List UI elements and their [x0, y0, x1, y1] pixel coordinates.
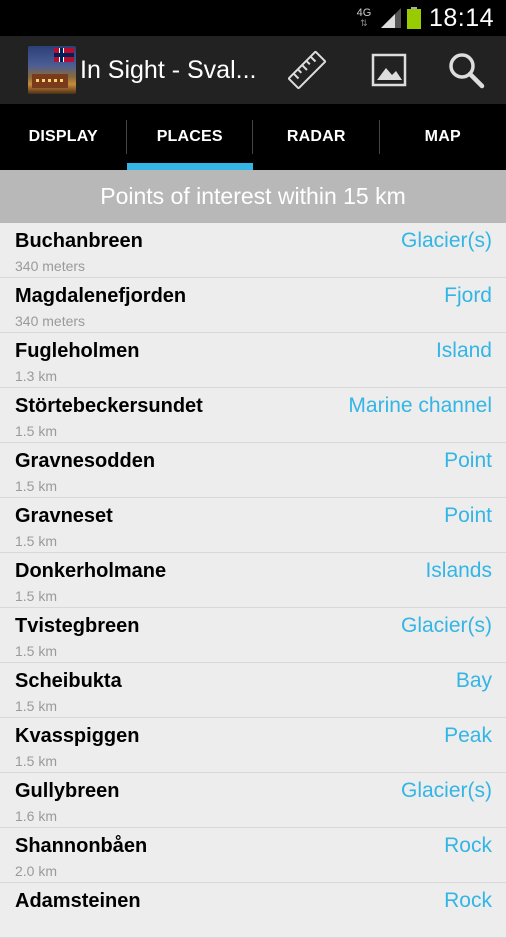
place-distance: 1.5 km	[15, 423, 57, 439]
place-type: Rock	[444, 834, 492, 858]
place-type: Point	[444, 504, 492, 528]
place-name: Kvasspiggen	[15, 725, 139, 748]
place-distance: 1.5 km	[15, 478, 57, 494]
list-item[interactable]: Scheibukta 1.5 km Bay	[0, 663, 506, 718]
list-item[interactable]: Tvistegbreen 1.5 km Glacier(s)	[0, 608, 506, 663]
place-name: Buchanbreen	[15, 230, 143, 253]
tab-label: RADAR	[287, 128, 346, 146]
place-type: Island	[436, 339, 492, 363]
ruler-icon[interactable]	[287, 50, 327, 90]
battery-icon	[407, 7, 421, 29]
places-list: Buchanbreen 340 meters Glacier(s) Magdal…	[0, 223, 506, 938]
place-distance: 1.5 km	[15, 698, 57, 714]
place-type: Rock	[444, 889, 492, 913]
place-distance: 1.5 km	[15, 753, 57, 769]
section-header: Points of interest within 15 km	[0, 170, 506, 223]
app-logo-icon[interactable]	[28, 46, 76, 94]
place-distance: 340 meters	[15, 258, 85, 274]
place-distance: 1.3 km	[15, 368, 57, 384]
place-name: Gullybreen	[15, 780, 119, 803]
status-bar: 4G ⇅ 18:14	[0, 0, 506, 36]
list-item[interactable]: Adamsteinen Rock	[0, 883, 506, 938]
place-name: Fugleholmen	[15, 340, 139, 363]
tab-bar: DISPLAY PLACES RADAR MAP	[0, 104, 506, 170]
list-item[interactable]: Gravnesodden 1.5 km Point	[0, 443, 506, 498]
place-type: Bay	[456, 669, 492, 693]
clock: 18:14	[429, 4, 494, 33]
search-icon[interactable]	[446, 50, 486, 90]
place-name: Tvistegbreen	[15, 615, 139, 638]
list-item[interactable]: Fugleholmen 1.3 km Island	[0, 333, 506, 388]
place-name: Magdalenefjorden	[15, 285, 186, 308]
tab-places[interactable]: PLACES	[127, 104, 254, 170]
list-item[interactable]: Kvasspiggen 1.5 km Peak	[0, 718, 506, 773]
tab-display[interactable]: DISPLAY	[0, 104, 127, 170]
network-indicator: 4G ⇅	[355, 8, 373, 28]
place-name: Gravneset	[15, 505, 113, 528]
image-icon[interactable]	[369, 50, 409, 90]
place-type: Point	[444, 449, 492, 473]
tab-label: PLACES	[157, 128, 223, 146]
app-title[interactable]: In Sight - Sval...	[80, 56, 260, 85]
list-item[interactable]: Gravneset 1.5 km Point	[0, 498, 506, 553]
place-distance: 1.5 km	[15, 533, 57, 549]
list-item[interactable]: Shannonbåen 2.0 km Rock	[0, 828, 506, 883]
place-type: Glacier(s)	[401, 614, 492, 638]
place-name: Donkerholmane	[15, 560, 166, 583]
signal-icon	[379, 8, 403, 28]
place-name: Störtebeckersundet	[15, 395, 203, 418]
list-item[interactable]: Gullybreen 1.6 km Glacier(s)	[0, 773, 506, 828]
tab-label: MAP	[425, 128, 461, 146]
place-type: Glacier(s)	[401, 229, 492, 253]
place-type: Marine channel	[348, 394, 492, 418]
list-item[interactable]: Buchanbreen 340 meters Glacier(s)	[0, 223, 506, 278]
place-distance: 1.5 km	[15, 588, 57, 604]
place-distance: 1.5 km	[15, 643, 57, 659]
list-item[interactable]: Magdalenefjorden 340 meters Fjord	[0, 278, 506, 333]
tab-radar[interactable]: RADAR	[253, 104, 380, 170]
tab-selected-indicator	[127, 163, 254, 170]
tab-map[interactable]: MAP	[380, 104, 506, 170]
network-arrows: ⇅	[355, 18, 373, 28]
place-name: Gravnesodden	[15, 450, 155, 473]
place-distance: 340 meters	[15, 313, 85, 329]
list-item[interactable]: Donkerholmane 1.5 km Islands	[0, 553, 506, 608]
tab-label: DISPLAY	[29, 128, 98, 146]
place-type: Glacier(s)	[401, 779, 492, 803]
list-item[interactable]: Störtebeckersundet 1.5 km Marine channel	[0, 388, 506, 443]
place-name: Scheibukta	[15, 670, 122, 693]
place-type: Fjord	[444, 284, 492, 308]
place-type: Peak	[444, 724, 492, 748]
place-name: Adamsteinen	[15, 890, 141, 913]
place-distance: 1.6 km	[15, 808, 57, 824]
place-distance: 2.0 km	[15, 863, 57, 879]
place-name: Shannonbåen	[15, 835, 147, 858]
action-bar: In Sight - Sval...	[0, 36, 506, 104]
place-type: Islands	[425, 559, 492, 583]
